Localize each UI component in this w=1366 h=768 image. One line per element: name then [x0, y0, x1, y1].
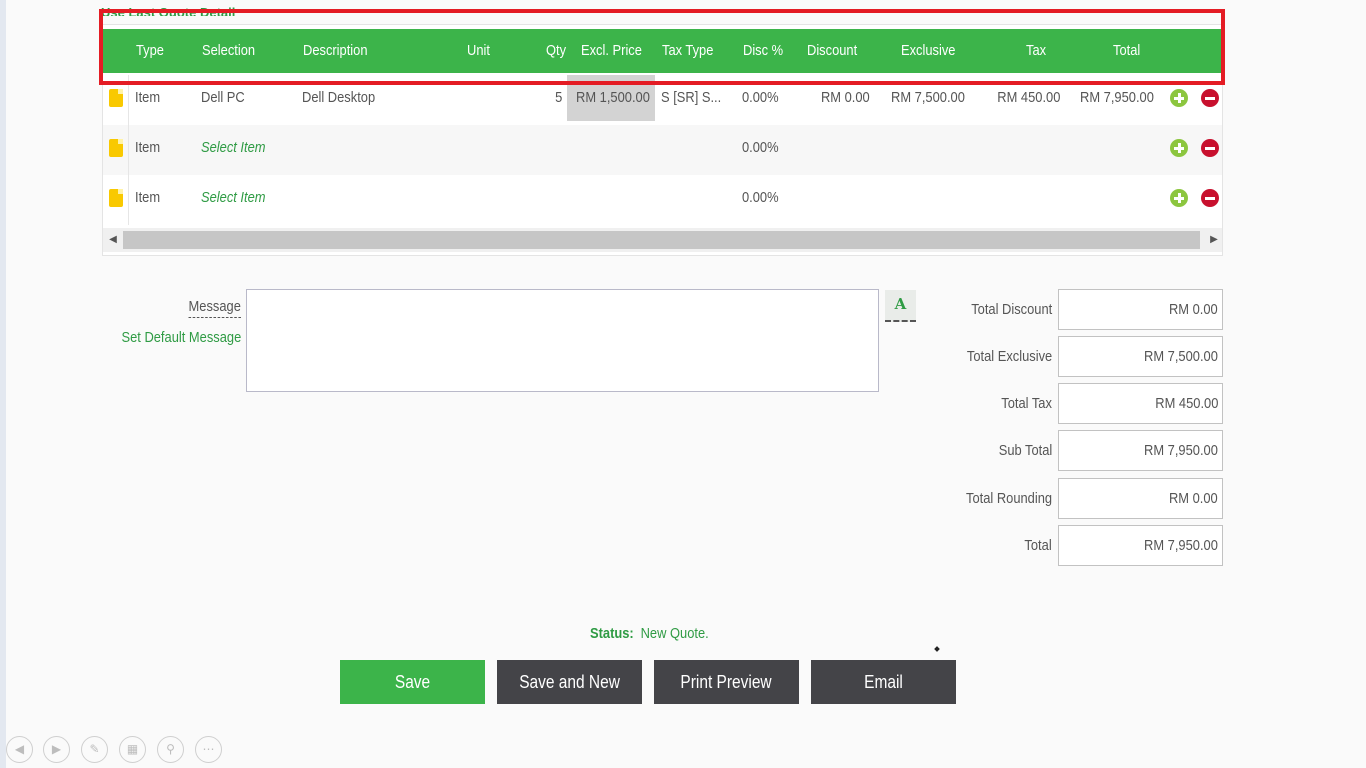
total-discount-label: Total Discount	[970, 301, 1052, 318]
grand-total-field: RM 7,950.00	[1058, 525, 1223, 566]
message-label: Message	[188, 297, 241, 318]
total-exclusive-value: RM 7,500.00	[1144, 348, 1218, 365]
cell-type[interactable]: Item	[135, 175, 160, 225]
total-tax-value: RM 450.00	[1154, 395, 1218, 412]
message-textarea[interactable]	[246, 289, 879, 392]
previous-slide-icon[interactable]: ◀	[6, 736, 33, 763]
document-icon	[109, 139, 123, 157]
more-options-icon[interactable]: ⋯	[195, 736, 222, 763]
total-exclusive-field: RM 7,500.00	[1058, 336, 1223, 377]
next-slide-icon[interactable]: ▶	[43, 736, 70, 763]
status-line: Status: New Quote.	[590, 625, 709, 642]
horizontal-scrollbar[interactable]: ◀ ▶	[103, 228, 1222, 252]
cell-selection[interactable]: Select Item	[201, 175, 266, 225]
document-icon	[109, 89, 123, 107]
add-row-icon[interactable]	[1170, 139, 1188, 157]
total-tax-field: RM 450.00	[1058, 383, 1223, 424]
scrollbar-thumb[interactable]	[123, 231, 1200, 249]
total-rounding-value: RM 0.00	[1169, 490, 1218, 507]
row-divider	[128, 125, 129, 175]
cell-selection[interactable]: Select Item	[201, 125, 266, 175]
save-button[interactable]: Save	[340, 660, 485, 704]
status-label: Status:	[590, 625, 634, 642]
total-tax-label: Total Tax	[1001, 395, 1052, 412]
table-row[interactable]: Item Select Item 0.00%	[103, 175, 1222, 225]
delete-row-icon[interactable]	[1201, 89, 1219, 107]
table-row[interactable]: Item Select Item 0.00%	[103, 125, 1222, 175]
document-icon	[109, 189, 123, 207]
highlight-annotation-box	[99, 9, 1225, 85]
slides-grid-icon[interactable]: ▦	[119, 736, 146, 763]
font-format-icon[interactable]: A	[885, 290, 916, 322]
grand-total-label: Total	[1024, 537, 1052, 554]
add-row-icon[interactable]	[1170, 89, 1188, 107]
pen-icon[interactable]: ✎	[81, 736, 108, 763]
delete-row-icon[interactable]	[1201, 189, 1219, 207]
scroll-left-icon[interactable]: ◀	[103, 228, 123, 252]
sub-total-value: RM 7,950.00	[1144, 442, 1218, 459]
total-discount-value: RM 0.00	[1169, 301, 1218, 318]
save-and-new-button[interactable]: Save and New	[497, 660, 642, 704]
total-rounding-field[interactable]: RM 0.00	[1058, 478, 1223, 519]
email-button[interactable]: Email	[811, 660, 956, 704]
row-divider	[128, 175, 129, 225]
total-discount-field: RM 0.00	[1058, 289, 1223, 330]
print-preview-button[interactable]: Print Preview	[654, 660, 799, 704]
cell-disc-pct[interactable]: 0.00%	[742, 125, 779, 175]
left-rail	[0, 0, 6, 768]
sub-total-label: Sub Total	[998, 442, 1052, 459]
status-value: New Quote.	[640, 625, 709, 642]
cell-type[interactable]: Item	[135, 125, 160, 175]
add-row-icon[interactable]	[1170, 189, 1188, 207]
set-default-message-link[interactable]: Set Default Message	[121, 328, 241, 348]
delete-row-icon[interactable]	[1201, 139, 1219, 157]
grand-total-value: RM 7,950.00	[1144, 537, 1218, 554]
sub-total-field: RM 7,950.00	[1058, 430, 1223, 471]
cursor-dot	[934, 646, 940, 652]
total-rounding-label: Total Rounding	[965, 490, 1052, 507]
scroll-right-icon[interactable]: ▶	[1204, 228, 1222, 252]
cell-disc-pct[interactable]: 0.00%	[742, 175, 779, 225]
zoom-icon[interactable]: ⚲	[157, 736, 184, 763]
total-exclusive-label: Total Exclusive	[966, 348, 1052, 365]
